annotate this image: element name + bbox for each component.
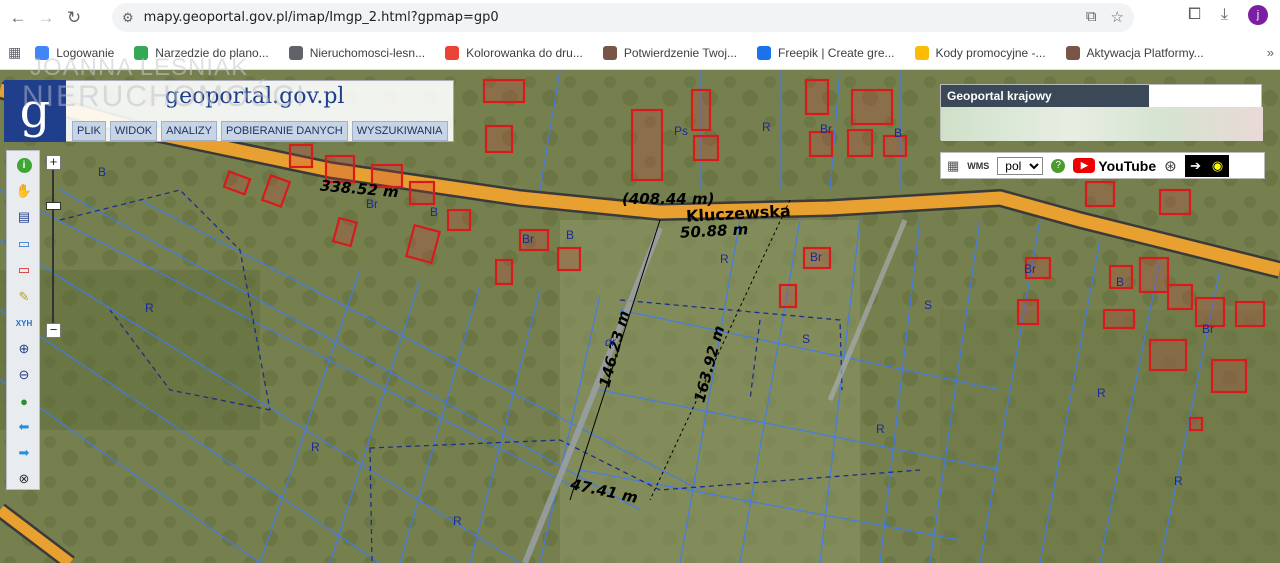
plot-code: Br — [366, 197, 378, 211]
language-select[interactable]: pol — [997, 156, 1044, 175]
apps-grid-icon[interactable]: ▦ — [8, 44, 21, 61]
map-canvas[interactable] — [0, 70, 1280, 563]
bookmark-item[interactable]: Kolorowanka do dru... — [445, 45, 583, 60]
table-icon[interactable]: ▦ — [947, 158, 959, 174]
plot-code: Br — [820, 122, 832, 136]
youtube-link[interactable]: ▶ YouTube — [1073, 158, 1156, 174]
bookmark-item[interactable]: Potwierdzenie Twoj... — [602, 45, 737, 60]
wms-icon[interactable]: WMS — [967, 161, 989, 171]
download-icon[interactable]: ⤓ — [1221, 6, 1228, 24]
plot-code: R — [311, 440, 320, 454]
plot-code: R — [145, 301, 154, 315]
zoom-slider-handle[interactable] — [46, 202, 61, 210]
back-button[interactable]: ← — [4, 4, 32, 32]
plot-code: B — [566, 228, 575, 242]
bookmark-favicon-icon — [445, 45, 460, 60]
plot-code: Br — [1024, 262, 1036, 276]
bookmark-label: Kody promocyjne -... — [935, 45, 1046, 60]
menu-analizy[interactable]: ANALIZY — [161, 121, 217, 141]
plot-code: Br — [810, 250, 822, 264]
profile-avatar[interactable]: j — [1248, 5, 1268, 25]
geoportal-top-tools: ▦ WMS pol ? ▶ YouTube ⊛ ➔ ◉ — [940, 152, 1265, 179]
reload-button[interactable]: ↻ — [60, 4, 88, 32]
help-icon[interactable]: ? — [1051, 158, 1066, 173]
eye-icon: ◉ — [1211, 157, 1224, 173]
zoom-in-icon[interactable]: ⊕ — [15, 340, 33, 358]
info-icon[interactable]: i — [15, 156, 33, 174]
contrast-toggle[interactable]: ➔ ◉ — [1184, 154, 1229, 177]
plot-code: R — [762, 120, 771, 134]
plot-code: B — [98, 165, 107, 179]
measure-50: 50.88 m — [679, 220, 749, 242]
plot-code: B — [430, 205, 439, 219]
plot-code: R — [876, 422, 885, 436]
bookmark-favicon-icon — [1065, 45, 1080, 60]
bookmark-favicon-icon — [757, 45, 771, 60]
zoom-out-button[interactable]: − — [46, 323, 61, 338]
youtube-label: YouTube — [1098, 157, 1157, 174]
zoom-out-icon[interactable]: ⊖ — [15, 366, 33, 384]
plot-code: R — [720, 252, 729, 266]
globe-icon[interactable]: ● — [15, 392, 33, 410]
install-app-icon[interactable]: ⧉ — [1086, 8, 1097, 26]
plot-code: S — [924, 298, 933, 312]
menu-plik[interactable]: PLIK — [72, 121, 106, 141]
bookmarks-more-button[interactable]: » — [1267, 45, 1274, 60]
bookmark-favicon-icon — [602, 45, 617, 60]
bookmark-item[interactable]: Aktywacja Platformy... — [1065, 45, 1204, 60]
bookmark-star-icon[interactable]: ☆ — [1111, 8, 1124, 26]
plot-code: S — [802, 332, 811, 346]
plot-code: Br — [1202, 322, 1214, 336]
accessibility-icon[interactable]: ⊛ — [1164, 157, 1177, 175]
menu-pobieranie-danych[interactable]: POBIERANIE DANYCH — [221, 121, 348, 141]
bookmark-favicon-icon — [914, 45, 929, 60]
forward-arrow-icon[interactable]: ➡ — [15, 444, 33, 462]
bookmark-item[interactable]: Nieruchomosci-lesn... — [288, 45, 426, 60]
zoom-slider[interactable]: + − — [46, 155, 61, 340]
plot-code: Br — [522, 232, 534, 246]
bookmark-label: Freepik | Create gre... — [778, 45, 895, 60]
watermark-name: JOANNA LEŚNIAK — [30, 54, 249, 81]
map-view[interactable]: 338.52 m (408.44 m) Kluczewska 50.88 m 1… — [0, 70, 1280, 563]
plot-code: dr — [605, 335, 616, 349]
bookmark-label: Nieruchomosci-lesn... — [309, 45, 426, 60]
draw-pencil-icon[interactable]: ✎ — [15, 288, 33, 306]
xyh-coordinates-icon[interactable]: XYH — [15, 314, 33, 332]
zoom-in-button[interactable]: + — [46, 155, 61, 170]
bookmark-label: Aktywacja Platformy... — [1086, 45, 1204, 60]
site-info-icon[interactable]: ⚙ — [122, 10, 134, 26]
plot-code: B — [1116, 275, 1125, 289]
bookmark-label: Kolorowanka do dru... — [466, 45, 583, 60]
map-tools-panel: i ✋ ▤ ▭ ▭ ✎ XYH ⊕ ⊖ ● ⬅ ➡ ⊗ — [6, 150, 40, 490]
pan-hand-icon[interactable]: ✋ — [15, 182, 33, 200]
legend-icon[interactable]: ▤ — [15, 208, 33, 226]
arrow-icon: ➔ — [1190, 157, 1202, 173]
extensions-icon[interactable]: ⧠ — [1188, 6, 1201, 24]
forward-button[interactable]: → — [32, 4, 60, 32]
browser-toolbar: ← → ↻ ⚙ mapy.geoportal.gov.pl/imap/Imgp_… — [0, 0, 1280, 36]
address-bar[interactable]: ⚙ mapy.geoportal.gov.pl/imap/Imgp_2.html… — [112, 3, 1134, 32]
overview-minimap[interactable] — [941, 107, 1263, 141]
select-object-icon[interactable]: ▭ — [15, 261, 33, 279]
plot-code: R — [453, 514, 462, 528]
geoportal-krajowy-label: Geoportal krajowy — [941, 85, 1149, 107]
geoportal-menu: PLIK WIDOK ANALIZY POBIERANIE DANYCH WYS… — [72, 121, 448, 141]
geoportal-krajowy-panel[interactable]: Geoportal krajowy — [940, 84, 1263, 141]
bookmark-item[interactable]: Freepik | Create gre... — [757, 45, 895, 60]
youtube-play-icon: ▶ — [1073, 158, 1096, 173]
bookmark-item[interactable]: Kody promocyjne -... — [914, 45, 1046, 60]
plot-code: R — [1174, 474, 1183, 488]
plot-code: Ps — [674, 124, 689, 138]
watermark-company: NIERUCHOMOŚCI — [22, 80, 307, 113]
plot-code: R — [1097, 386, 1106, 400]
plot-code: B — [894, 126, 903, 140]
url-text: mapy.geoportal.gov.pl/imap/Imgp_2.html?g… — [143, 10, 499, 25]
bookmark-favicon-icon — [288, 45, 303, 60]
menu-widok[interactable]: WIDOK — [109, 121, 158, 141]
clear-icon[interactable]: ⊗ — [15, 470, 33, 488]
bookmark-label: Potwierdzenie Twoj... — [623, 45, 737, 60]
back-arrow-icon[interactable]: ⬅ — [15, 418, 33, 436]
select-area-icon[interactable]: ▭ — [15, 235, 33, 253]
menu-wyszukiwania[interactable]: WYSZUKIWANIA — [351, 121, 448, 141]
